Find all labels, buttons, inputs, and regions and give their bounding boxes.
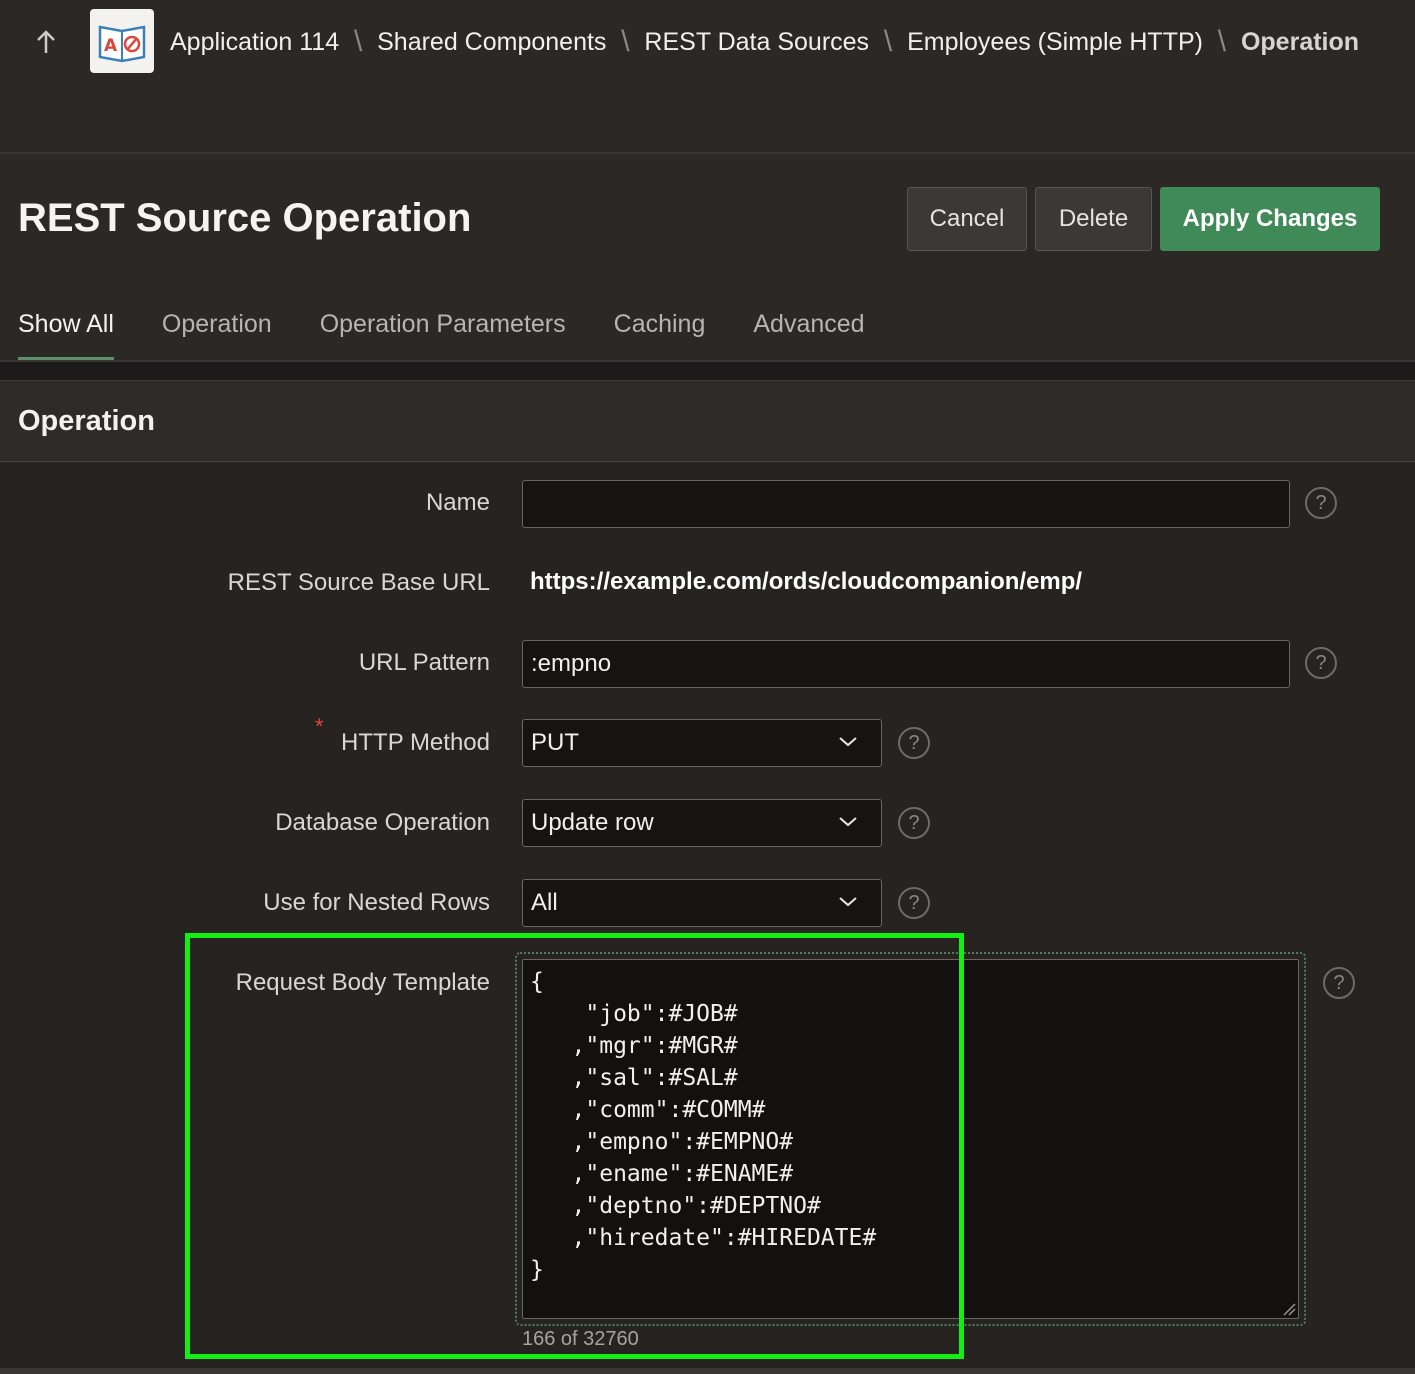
region-title: Operation [18, 405, 155, 437]
db-operation-select[interactable]: Update row [522, 799, 882, 847]
http-method-label: HTTP Method [341, 729, 490, 756]
app-builder-book-icon[interactable]: A [90, 9, 154, 73]
chevron-down-icon [837, 810, 859, 839]
http-method-value: PUT [531, 729, 579, 756]
breadcrumb-separator: \ [1217, 25, 1227, 58]
nested-rows-label: Use for Nested Rows [263, 889, 490, 916]
url-pattern-input[interactable]: :empno [522, 640, 1290, 688]
breadcrumb-separator: \ [353, 25, 363, 58]
highlight-box [185, 933, 964, 1359]
db-operation-label: Database Operation [275, 809, 490, 836]
page-header: REST Source Operation Cancel Delete Appl… [0, 156, 1415, 362]
name-help-icon[interactable]: ? [1305, 487, 1337, 519]
url-pattern-label: URL Pattern [358, 649, 490, 676]
page-title: REST Source Operation [18, 196, 472, 240]
apply-changes-button[interactable]: Apply Changes [1160, 187, 1380, 251]
http-method-select[interactable]: PUT [522, 719, 882, 767]
nested-rows-value: All [531, 889, 558, 916]
breadcrumb: Application 114 \ Shared Components \ RE… [170, 22, 1359, 62]
section-divider [0, 362, 1415, 380]
breadcrumb-item-employees[interactable]: Employees (Simple HTTP) [907, 28, 1203, 57]
name-label: Name [425, 489, 490, 516]
breadcrumb-item-current: Operation [1240, 27, 1360, 56]
breadcrumb-item-shared-components[interactable]: Shared Components [377, 28, 606, 57]
breadcrumb-item-application[interactable]: Application 114 [170, 28, 339, 57]
nested-rows-select[interactable]: All [522, 879, 882, 927]
db-operation-value: Update row [531, 809, 654, 836]
base-url-label: REST Source Base URL [227, 569, 490, 596]
url-pattern-help-icon[interactable]: ? [1305, 647, 1337, 679]
required-indicator: * [315, 714, 324, 739]
nested-rows-help-icon[interactable]: ? [898, 887, 930, 919]
tab-caching[interactable]: Caching [614, 304, 706, 362]
tab-show-all[interactable]: Show All [18, 304, 114, 362]
cancel-button[interactable]: Cancel [907, 187, 1027, 251]
top-bar: A Application 114 \ Shared Components \ … [0, 0, 1415, 154]
chevron-down-icon [837, 890, 859, 919]
bottom-divider [0, 1368, 1415, 1374]
db-operation-help-icon[interactable]: ? [898, 807, 930, 839]
tab-advanced[interactable]: Advanced [753, 304, 864, 362]
delete-button[interactable]: Delete [1035, 187, 1152, 251]
up-arrow-icon[interactable] [30, 26, 62, 58]
request-body-help-icon[interactable]: ? [1323, 967, 1355, 999]
tab-operation-parameters[interactable]: Operation Parameters [320, 304, 566, 362]
base-url-value: https://example.com/ords/cloudcompanion/… [530, 568, 1083, 595]
region-header: Operation [0, 380, 1415, 462]
svg-text:A: A [104, 36, 118, 56]
resize-handle-icon[interactable] [1280, 1300, 1296, 1316]
breadcrumb-item-rest-data-sources[interactable]: REST Data Sources [644, 28, 869, 57]
http-method-help-icon[interactable]: ? [898, 727, 930, 759]
breadcrumb-separator: \ [883, 25, 893, 58]
tab-bar: Show All Operation Operation Parameters … [18, 304, 913, 362]
chevron-down-icon [837, 730, 859, 759]
tab-operation[interactable]: Operation [162, 304, 272, 362]
breadcrumb-separator: \ [621, 25, 630, 58]
name-input[interactable] [522, 480, 1290, 528]
